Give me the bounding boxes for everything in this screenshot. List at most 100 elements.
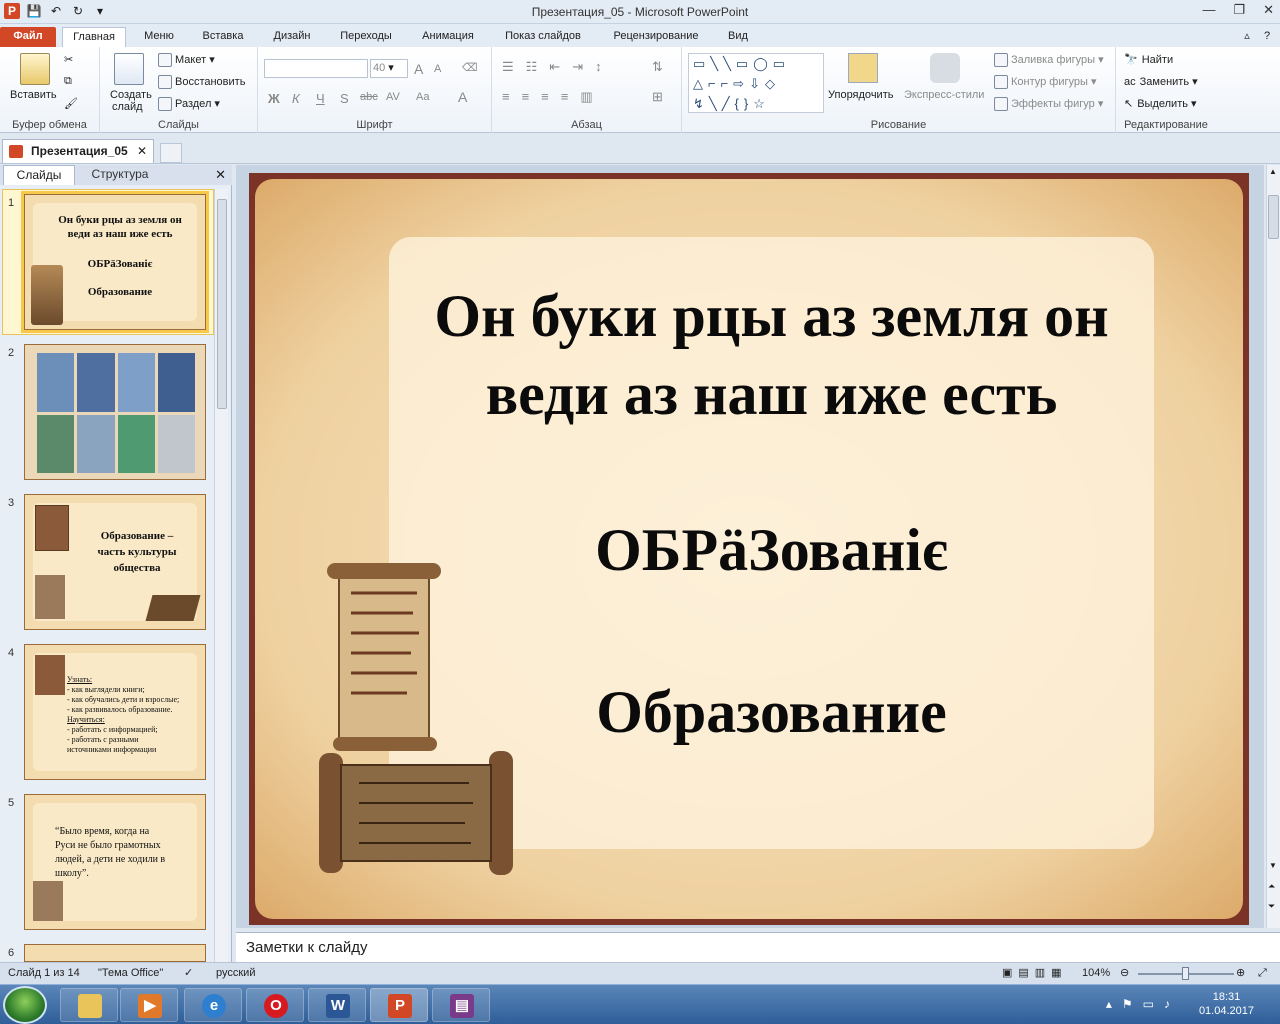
next-slide-icon[interactable]: ⏷ [1268,901,1275,912]
arrange-button[interactable]: Упорядочить [828,89,893,101]
spellcheck-icon[interactable]: ✓ [184,963,193,984]
copy-icon[interactable]: ⧉ [64,75,72,88]
scroll-up-icon[interactable]: ▲ [1269,167,1277,176]
zoom-in-icon[interactable]: ⊕ [1236,963,1245,984]
tab-view[interactable]: Вид [722,27,754,47]
previous-slide-icon[interactable]: ⏶ [1268,881,1275,892]
find-button[interactable]: 🔭 Найти [1124,53,1173,66]
theme-name[interactable]: "Тема Office" [98,963,163,984]
shapes-gallery[interactable]: ▭╲╲▭◯▭ △⌐⌐⇨⇩◇ ↯╲╱{}☆ [688,53,824,113]
new-document-tab-icon[interactable] [160,143,182,163]
paste-icon[interactable] [20,53,50,85]
reset-button[interactable]: Восстановить [158,75,245,89]
tab-outline[interactable]: Структура [80,165,160,185]
close-pane-icon[interactable]: ✕ [215,167,226,183]
tab-menu[interactable]: Меню [138,27,180,47]
section-button[interactable]: Раздел ▾ [158,97,220,112]
notes-pane[interactable]: Заметки к слайду [236,932,1280,962]
clock[interactable]: 18:31 01.04.2017 [1199,990,1254,1018]
fit-window-icon[interactable]: ⤢ [1258,963,1267,984]
slide-thumbnail-5[interactable]: “Было время, когда на Руси не было грамо… [24,794,206,930]
grow-font-button[interactable]: A [414,61,423,77]
new-slide-label-1[interactable]: Создать [110,89,152,101]
taskbar-mediaplayer[interactable]: ▶ [120,988,178,1022]
view-buttons[interactable]: ▣▤▥▦ [1002,963,1068,984]
list-buttons[interactable]: ☰☷⇤⇥↕ [502,59,614,75]
clear-formatting-icon[interactable]: ⌫ [462,61,478,74]
tab-file[interactable]: Файл [0,27,56,47]
scroll-down-icon[interactable]: ▼ [1269,861,1277,870]
underline-button[interactable]: Ч [316,91,325,106]
font-color-button[interactable]: A [458,89,467,105]
slides-pane-scrollbar[interactable] [214,189,228,962]
slide-title-line-2[interactable]: веди аз наш иже есть [389,355,1154,433]
taskbar-opera[interactable]: O [246,988,304,1022]
document-tab[interactable]: Презентация_05 ✕ [2,139,154,163]
format-painter-icon[interactable]: 🖌 [64,97,78,110]
change-case-button[interactable]: Aa [416,91,429,103]
close-document-icon[interactable]: ✕ [137,140,147,162]
play-icon: ▶ [138,994,162,1018]
language-indicator[interactable]: русский [216,963,255,984]
help-icon[interactable]: ? [1258,27,1276,47]
zoom-slider-thumb[interactable] [1182,967,1189,980]
layout-button[interactable]: Макет ▾ [158,53,215,68]
select-button[interactable]: ↖ Выделить ▾ [1124,97,1197,110]
font-name-select[interactable] [264,59,368,78]
tab-slideshow[interactable]: Показ слайдов [498,27,588,47]
winrar-icon: ▤ [450,994,474,1018]
text-direction-icon[interactable]: ⇅ [652,59,663,75]
zoom-level[interactable]: 104% [1082,963,1110,984]
taskbar-word[interactable]: W [308,988,366,1022]
slide-thumbnail-2[interactable] [24,344,206,480]
taskbar-winrar[interactable]: ▤ [432,988,490,1022]
scrollbar-thumb[interactable] [217,199,227,409]
quick-styles-icon[interactable] [930,53,960,83]
tab-review[interactable]: Рецензирование [604,27,708,47]
taskbar-explorer[interactable] [60,988,118,1022]
slide-title-line-1[interactable]: Он буки рцы аз земля он [389,277,1154,355]
start-button[interactable] [3,986,47,1024]
slide-thumbnail-1[interactable]: Он буки рцы аз земля он веди аз наш иже … [21,191,209,333]
shadow-button[interactable]: S [340,91,349,106]
bold-button[interactable]: Ж [268,91,280,106]
arrange-icon[interactable] [848,53,878,83]
tab-insert[interactable]: Вставка [196,27,250,47]
new-slide-icon[interactable] [114,53,144,85]
tab-transitions[interactable]: Переходы [334,27,398,47]
ribbon-minimize-icon[interactable]: ▵ [1238,27,1256,47]
new-slide-label-2[interactable]: слайд [112,101,143,113]
italic-button[interactable]: К [292,91,300,106]
slide-thumbnail-4[interactable]: Узнать: - как выглядели книги; - как обу… [24,644,206,780]
char-spacing-button[interactable]: AV [386,91,400,103]
font-size-select[interactable]: 40 ▾ [370,59,408,78]
slide-thumbnail-6[interactable] [24,944,206,962]
minimize-button[interactable]: — [1202,2,1215,18]
taskbar-powerpoint[interactable]: P [370,988,428,1022]
slide-scrollbar[interactable]: ▲ ▼ ⏶ ⏷ [1266,165,1280,928]
tab-animation[interactable]: Анимация [414,27,482,47]
paste-button[interactable]: Вставить [10,89,57,101]
close-button[interactable]: ✕ [1263,2,1274,18]
align-buttons[interactable]: ≡≡≡≡▥ [502,89,605,105]
tab-home[interactable]: Главная [62,27,126,47]
replace-button[interactable]: ac Заменить ▾ [1124,75,1198,88]
quick-styles-button[interactable]: Экспресс-стили [904,89,984,101]
shrink-font-button[interactable]: A [434,63,441,75]
smartart-icon[interactable]: ⊞ [652,89,663,105]
restore-button[interactable]: ❐ [1233,2,1245,18]
strikethrough-button[interactable]: abc [360,91,378,103]
shape-fill-button[interactable]: Заливка фигуры ▾ [994,53,1104,68]
taskbar-ie[interactable]: e [184,988,242,1022]
slide-scrollbar-thumb[interactable] [1268,195,1279,239]
drawing-image [157,414,195,473]
current-slide[interactable]: Он буки рцы аз земля он веди аз наш иже … [249,173,1249,925]
slide-thumbnail-3[interactable]: Образование – часть культуры общества [24,494,206,630]
shape-outline-button[interactable]: Контур фигуры ▾ [994,75,1097,90]
cut-icon[interactable]: ✂ [64,53,73,66]
system-tray[interactable]: ▴⚑▭♪ [1106,997,1180,1011]
tab-design[interactable]: Дизайн [266,27,318,47]
shape-effects-button[interactable]: Эффекты фигур ▾ [994,97,1103,112]
zoom-out-icon[interactable]: ⊖ [1120,963,1129,984]
tab-slides[interactable]: Слайды [3,165,75,185]
